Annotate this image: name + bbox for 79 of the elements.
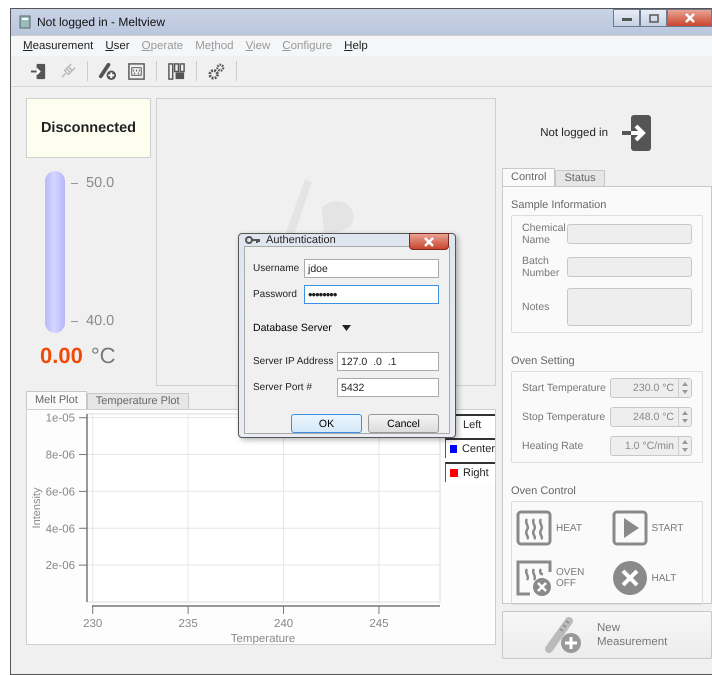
binary-display-icon[interactable] bbox=[127, 62, 146, 80]
temperature-unit: °C bbox=[90, 343, 116, 369]
new-measurement-button[interactable]: New Measurement bbox=[502, 611, 712, 659]
heat-icon bbox=[516, 510, 552, 546]
spin-box[interactable]: 248.0 °C bbox=[610, 407, 692, 427]
plot-tab[interactable]: Melt Plot bbox=[26, 391, 87, 409]
field-label: Username bbox=[253, 263, 300, 274]
x-tick-label: 240 bbox=[274, 618, 294, 630]
field-label: Stop Temperature bbox=[522, 411, 606, 423]
maximize-button[interactable] bbox=[640, 9, 667, 27]
close-icon bbox=[684, 13, 696, 23]
x-tick-label: 230 bbox=[83, 618, 102, 630]
y-tick-label: 1e-05 bbox=[46, 412, 75, 425]
oven-off-icon bbox=[516, 560, 552, 596]
y-tick-label: 6e-06 bbox=[46, 486, 75, 498]
dialog-title: Authentication bbox=[266, 234, 336, 246]
field-label: Heating Rate bbox=[522, 440, 584, 452]
key-icon bbox=[245, 236, 261, 244]
group-title: Sample Information bbox=[511, 199, 608, 211]
dialog-button[interactable]: OK bbox=[291, 414, 362, 433]
dialog-button[interactable]: Cancel bbox=[368, 414, 439, 433]
spin-box[interactable]: 1.0 °C/min bbox=[610, 436, 692, 456]
app-icon bbox=[19, 15, 31, 29]
window-title: Not logged in - Meltview bbox=[37, 15, 166, 29]
connection-status: Disconnected bbox=[26, 98, 151, 158]
minimize-icon bbox=[622, 15, 632, 21]
maximize-icon bbox=[648, 14, 658, 22]
scale-label: 40.0 bbox=[86, 313, 114, 329]
login-icon[interactable] bbox=[29, 62, 48, 80]
oven-button[interactable]: HEAT bbox=[516, 510, 602, 546]
login-icon[interactable] bbox=[622, 115, 652, 151]
notes-field[interactable] bbox=[567, 288, 692, 326]
scale-label: 50.0 bbox=[86, 175, 114, 191]
field-label: Batch Number bbox=[522, 255, 560, 279]
probe-icon[interactable] bbox=[98, 62, 117, 80]
halt-icon bbox=[612, 560, 648, 596]
caret-icon bbox=[342, 325, 351, 331]
input-field[interactable] bbox=[567, 224, 692, 244]
legend-item: Center bbox=[445, 438, 495, 458]
plot-tab[interactable]: Temperature Plot bbox=[86, 393, 189, 409]
menu-item[interactable]: Measurement bbox=[23, 40, 94, 52]
field-label: Notes bbox=[522, 301, 550, 313]
password-field[interactable]: •••••••• bbox=[304, 285, 439, 304]
minimize-button[interactable] bbox=[613, 9, 640, 27]
x-tick-label: 235 bbox=[178, 618, 198, 630]
menu-item[interactable]: User bbox=[105, 40, 130, 52]
login-status: Not logged in bbox=[540, 127, 608, 139]
spin-box[interactable]: 230.0 °C bbox=[610, 378, 692, 398]
close-icon bbox=[423, 236, 435, 246]
field-label: Start Temperature bbox=[522, 382, 606, 394]
play-icon bbox=[612, 510, 648, 546]
field-label: Server Port # bbox=[253, 382, 312, 393]
input-field[interactable]: 127.0 .0 .1 bbox=[337, 352, 439, 371]
close-button[interactable] bbox=[667, 9, 712, 27]
legend-item: Right bbox=[445, 462, 495, 482]
input-field[interactable]: jdoe bbox=[304, 259, 439, 278]
oven-button[interactable]: START bbox=[612, 510, 698, 546]
y-tick-label: 2e-06 bbox=[46, 560, 75, 572]
field-label: Chemical Name bbox=[522, 222, 564, 246]
field-label: Server IP Address bbox=[253, 356, 334, 367]
group-title: Oven Control bbox=[511, 485, 577, 497]
input-field[interactable] bbox=[567, 257, 692, 277]
database-server-toggle[interactable]: Database Server bbox=[253, 311, 439, 345]
field-label: Password bbox=[253, 289, 297, 300]
y-axis-title: Intensity bbox=[31, 488, 43, 528]
panel-tab[interactable]: Status bbox=[555, 170, 605, 186]
layout-icon[interactable] bbox=[167, 62, 186, 80]
gears-icon[interactable] bbox=[207, 62, 226, 80]
y-tick-label: 8e-06 bbox=[46, 450, 75, 462]
oven-button[interactable]: HALT bbox=[612, 560, 698, 596]
oven-button[interactable]: OVEN OFF bbox=[516, 560, 602, 596]
input-field[interactable]: 5432 bbox=[337, 378, 439, 397]
y-tick-label: 4e-06 bbox=[46, 523, 75, 536]
temperature-reading: 0.00 bbox=[40, 343, 83, 369]
group-title: Oven Setting bbox=[511, 355, 576, 367]
x-tick-label: 245 bbox=[369, 618, 389, 630]
menu-item[interactable]: Help bbox=[344, 40, 368, 52]
panel-tab[interactable]: Control bbox=[502, 168, 556, 186]
close-button[interactable] bbox=[409, 233, 449, 250]
